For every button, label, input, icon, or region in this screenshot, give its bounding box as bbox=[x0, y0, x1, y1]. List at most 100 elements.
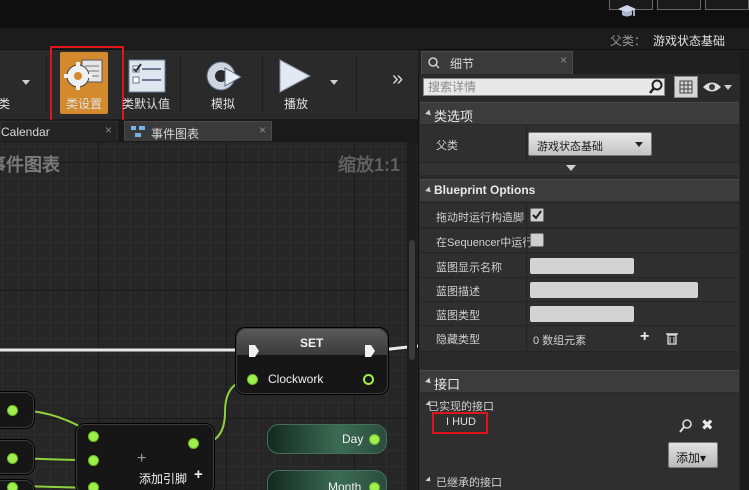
parent-class-dropdown-value: 游戏状态基础 bbox=[537, 141, 603, 153]
search-icon[interactable] bbox=[648, 79, 664, 95]
blueprint-options-header: Blueprint Options bbox=[434, 183, 536, 197]
blueprint-category-row: 蓝图类型 bbox=[420, 302, 739, 326]
parent-class-label: 父类： bbox=[610, 34, 647, 48]
highlight-box-class-settings bbox=[50, 46, 124, 126]
advanced-expander[interactable] bbox=[420, 163, 739, 175]
blueprint-category-input[interactable] bbox=[530, 306, 634, 322]
blueprint-category-label: 蓝图类型 bbox=[436, 310, 480, 322]
output-pin[interactable] bbox=[188, 438, 199, 449]
details-scrollbar[interactable] bbox=[740, 50, 749, 490]
toolbar-separator bbox=[46, 56, 47, 112]
close-icon[interactable]: × bbox=[105, 123, 112, 137]
output-pin[interactable] bbox=[7, 453, 18, 464]
toolbar-label-class: 类 bbox=[0, 97, 11, 111]
column-divider bbox=[526, 229, 527, 253]
add-interface-button-label: 添加▾ bbox=[676, 451, 707, 465]
input-pin[interactable] bbox=[88, 431, 99, 442]
close-icon[interactable]: × bbox=[560, 53, 567, 67]
column-divider bbox=[526, 326, 527, 352]
run-in-sequencer-label: 在Sequencer中运行 bbox=[436, 237, 534, 249]
details-search-field[interactable] bbox=[423, 78, 665, 96]
property-matrix-button[interactable] bbox=[674, 76, 698, 98]
close-icon[interactable]: × bbox=[259, 123, 266, 137]
blueprint-description-row: 蓝图描述 bbox=[420, 278, 739, 302]
blueprint-display-name-input[interactable] bbox=[530, 258, 634, 274]
month-output-pin[interactable] bbox=[369, 482, 380, 490]
details-search-input[interactable] bbox=[424, 79, 664, 95]
parent-class-value[interactable]: 游戏状态基础 bbox=[653, 32, 725, 49]
inherited-interfaces-label[interactable]: 已继承的接口 bbox=[436, 474, 502, 490]
toolbar-separator bbox=[356, 56, 357, 112]
output-pin[interactable] bbox=[7, 405, 18, 416]
exec-in-pin-icon[interactable] bbox=[248, 344, 260, 358]
day-output-pin[interactable] bbox=[369, 434, 380, 445]
blueprint-display-name-label: 蓝图显示名称 bbox=[436, 262, 502, 274]
set-node-title: SET bbox=[300, 336, 324, 350]
expand-triangle-icon bbox=[425, 186, 433, 195]
run-construction-script-checkbox[interactable] bbox=[530, 208, 544, 222]
interfaces-category[interactable]: 接口 bbox=[420, 370, 739, 392]
eye-icon[interactable] bbox=[702, 80, 722, 94]
clockwork-output-pin[interactable] bbox=[363, 374, 374, 385]
add-interface-button[interactable]: 添加▾ bbox=[668, 442, 718, 468]
column-divider bbox=[526, 125, 527, 163]
hide-categories-row: 隐藏类型 0 数组元素 + bbox=[420, 326, 739, 352]
day-variable-label: Day bbox=[342, 432, 364, 446]
details-tab-icon bbox=[428, 57, 440, 69]
chevron-down-icon[interactable] bbox=[22, 80, 30, 85]
run-in-sequencer-row: 在Sequencer中运行 bbox=[420, 229, 739, 253]
expand-triangle-icon bbox=[425, 109, 433, 118]
interfaces-header: 接口 bbox=[434, 377, 461, 392]
simulate-label: 模拟 bbox=[211, 97, 236, 111]
set-node-variable: Clockwork bbox=[268, 372, 324, 386]
hide-categories-value: 0 数组元素 bbox=[533, 335, 587, 347]
tab-details[interactable]: 细节 × bbox=[421, 51, 573, 74]
input-pin[interactable] bbox=[88, 482, 99, 490]
blueprint-description-input[interactable] bbox=[530, 282, 698, 298]
add-element-icon[interactable]: + bbox=[640, 328, 649, 346]
expand-triangle-icon bbox=[425, 377, 433, 386]
maximize-button[interactable] bbox=[657, 0, 701, 10]
month-variable-label: Month bbox=[328, 480, 362, 490]
run-construction-script-row: 拖动时运行构造脚 bbox=[420, 204, 739, 228]
input-pin[interactable] bbox=[88, 455, 99, 466]
play-label: 播放 bbox=[284, 97, 309, 111]
output-pin[interactable] bbox=[7, 482, 18, 490]
trash-icon[interactable] bbox=[666, 332, 678, 345]
plus-icon: + bbox=[137, 450, 147, 467]
simulate-gear-icon bbox=[206, 61, 243, 91]
parent-class-dropdown[interactable]: 游戏状态基础 bbox=[528, 132, 652, 156]
blueprint-display-name-row: 蓝图显示名称 bbox=[420, 254, 739, 278]
toolbar-separator bbox=[262, 56, 263, 112]
add-pin-plus-icon[interactable]: + bbox=[194, 466, 203, 483]
column-divider bbox=[526, 254, 527, 278]
column-divider bbox=[526, 204, 527, 228]
view-options-chevron-icon[interactable] bbox=[724, 85, 732, 90]
column-divider bbox=[526, 302, 527, 326]
graduation-cap-icon[interactable] bbox=[617, 3, 637, 21]
play-icon bbox=[279, 59, 312, 93]
tab-calendar[interactable]: Calendar × bbox=[0, 121, 118, 141]
run-in-sequencer-checkbox[interactable] bbox=[530, 233, 544, 247]
hide-categories-label: 隐藏类型 bbox=[436, 334, 480, 346]
exec-out-pin-icon[interactable] bbox=[364, 344, 376, 358]
clockwork-input-pin[interactable] bbox=[247, 374, 258, 385]
run-construction-script-label: 拖动时运行构造脚 bbox=[436, 212, 524, 224]
add-pin-label[interactable]: 添加引脚 bbox=[139, 470, 187, 487]
blueprint-options-category[interactable]: Blueprint Options bbox=[420, 179, 739, 201]
tab-event-graph[interactable]: 事件图表 × bbox=[124, 121, 272, 141]
play-options-chevron-icon[interactable] bbox=[330, 80, 338, 85]
column-divider bbox=[526, 278, 527, 302]
highlight-box-interface bbox=[432, 412, 488, 434]
event-graph-icon bbox=[131, 126, 145, 137]
browse-search-icon[interactable] bbox=[679, 419, 693, 433]
graph-scrollbar-thumb[interactable] bbox=[409, 240, 415, 360]
checklist-icon bbox=[128, 59, 166, 93]
tab-calendar-label: Calendar bbox=[1, 125, 50, 139]
close-window-button[interactable] bbox=[705, 0, 749, 10]
toolbar-overflow-icon[interactable]: » bbox=[392, 68, 403, 91]
parent-class-row-label: 父类 bbox=[436, 140, 458, 152]
class-options-category[interactable]: 类选项 bbox=[420, 102, 739, 124]
tab-details-label: 细节 bbox=[450, 57, 475, 71]
remove-interface-close-icon[interactable]: ✖ bbox=[701, 416, 714, 434]
